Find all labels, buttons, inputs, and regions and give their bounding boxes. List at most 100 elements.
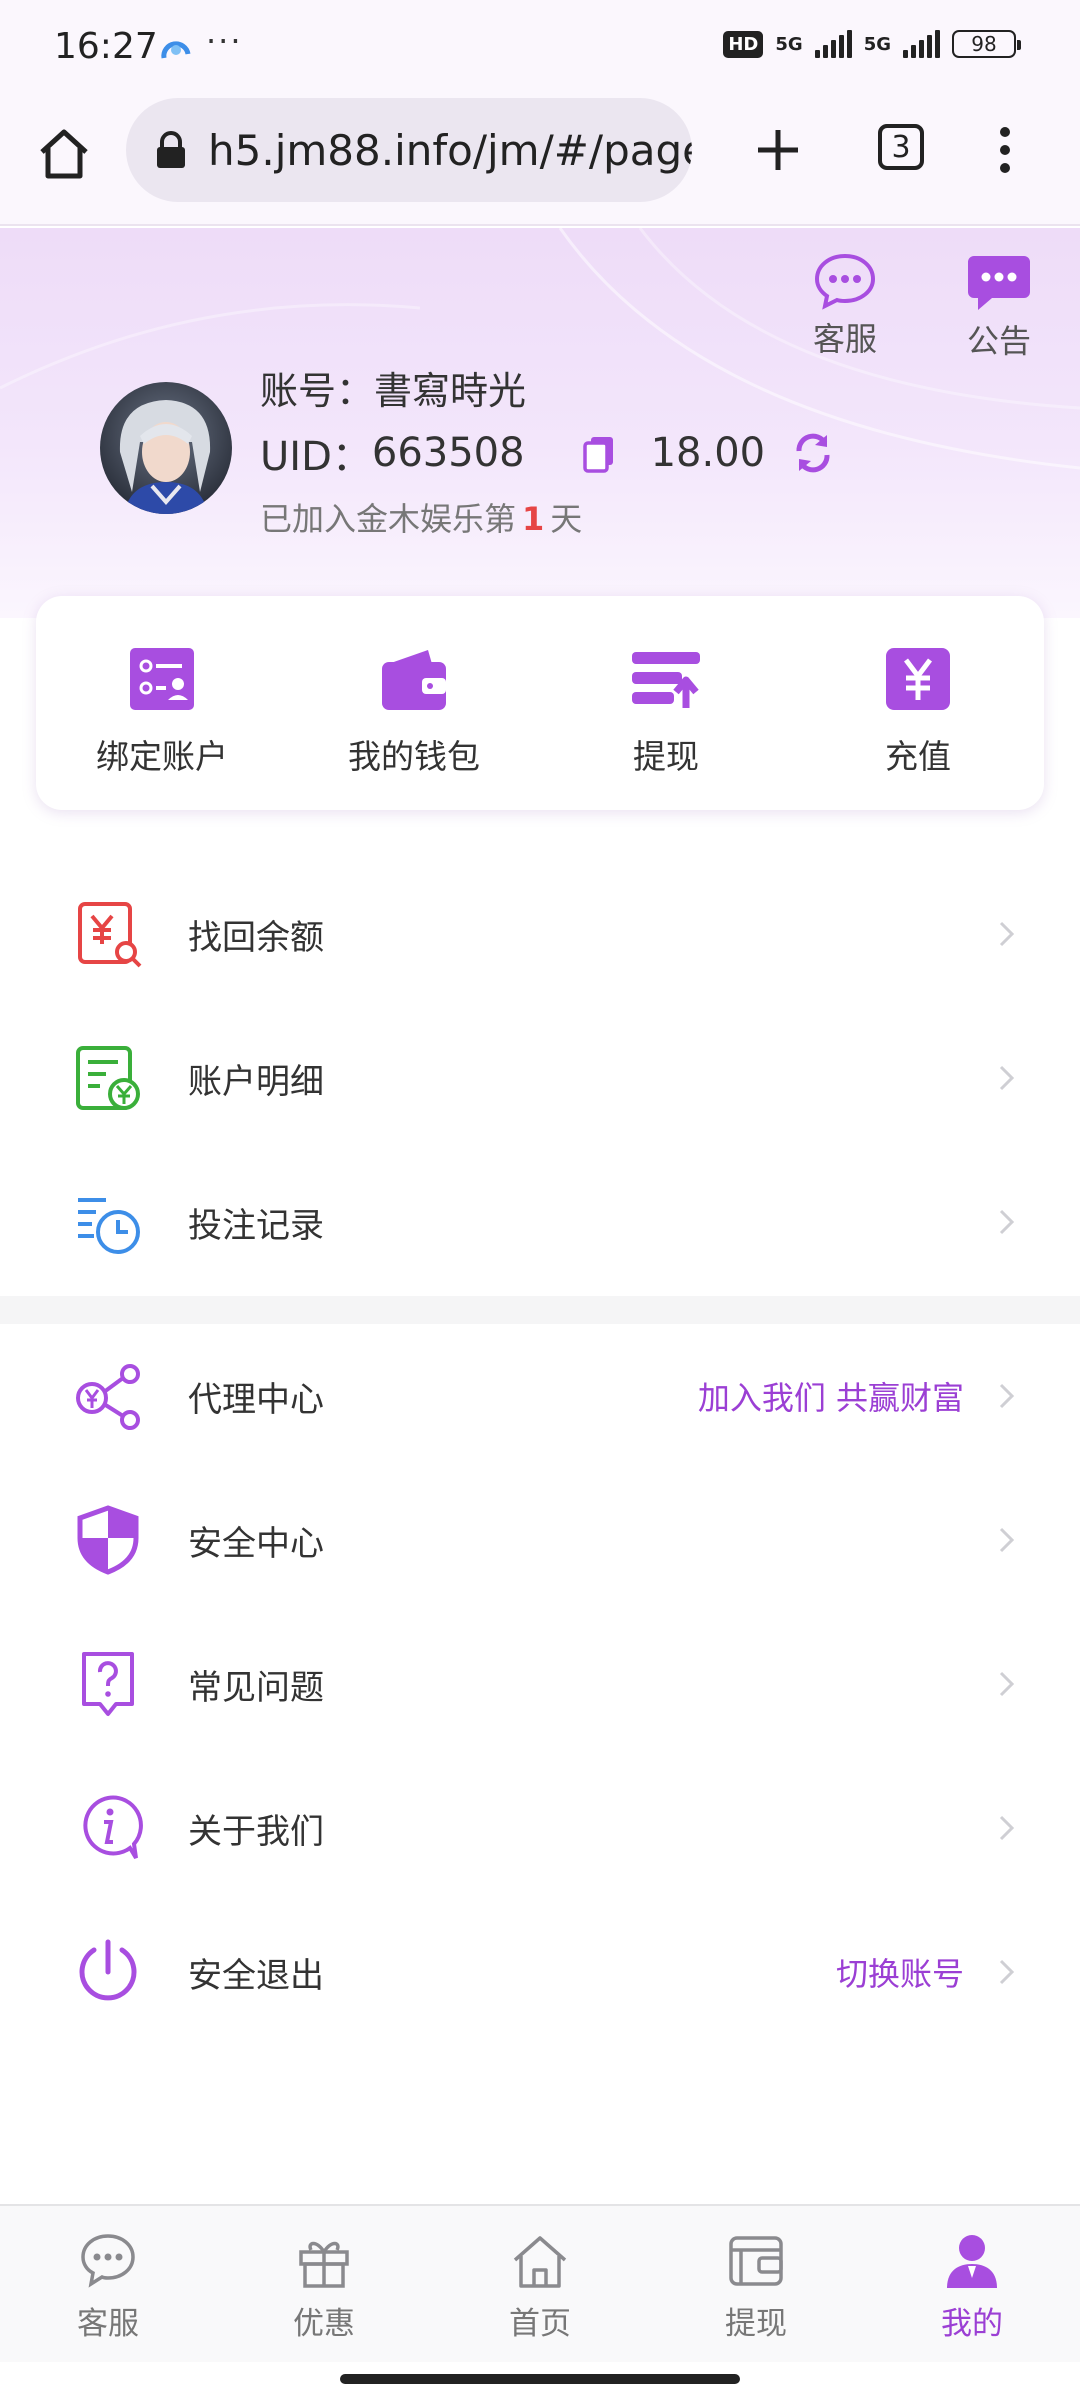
joined-days: 1 [522,500,545,538]
profile-icon [947,2235,997,2288]
switch-account-link[interactable]: 切换账号 [836,1949,964,1995]
menu-item-account-detail[interactable]: 账户明细 [0,1006,1080,1150]
nav-profile[interactable]: 我的 [864,2206,1080,2362]
joined-suffix: 天 [550,500,583,538]
recover-balance-icon [78,902,142,968]
chat-icon [81,2234,135,2288]
url-bar[interactable]: h5.jm88.info/jm/#/page [126,98,692,202]
faq-icon [82,1652,134,1716]
chevron-right-icon [999,1209,1015,1235]
nav-label: 首页 [509,2306,571,2342]
announcement-shortcut[interactable]: 公告 [944,252,1054,362]
quick-label: 提现 [633,737,699,776]
chevron-right-icon [999,1065,1015,1091]
home-indicator[interactable] [340,2374,740,2384]
menu-item-agent-center[interactable]: 代理中心 加入我们 共赢财富 [0,1324,1080,1468]
hd-badge: HD [723,30,764,58]
home-icon [513,2236,567,2288]
withdraw-icon [632,652,700,708]
menu-item-faq[interactable]: 常见问题 [0,1612,1080,1756]
join-us-link[interactable]: 加入我们 共赢财富 [698,1373,964,1419]
uid-line: UID： 663508 18.00 [260,424,835,482]
menu-label: 关于我们 [188,1811,324,1852]
nav-withdraw[interactable]: 提现 [648,2206,864,2362]
lock-icon [157,131,185,168]
avatar[interactable] [100,382,232,514]
top-action-label: 客服 [812,320,877,358]
bind-account-icon [130,648,194,710]
chevron-right-icon [999,1671,1015,1697]
security-shield-icon [77,1505,139,1575]
top-action-label: 公告 [966,322,1031,360]
status-time: 16:27 [54,26,158,67]
menu-label: 找回余额 [188,917,324,958]
joined-prefix: 已加入金木娱乐第 [260,500,517,538]
uid-label: UID： [260,434,372,480]
refresh-icon[interactable] [791,431,835,475]
balance-value: 18.00 [650,430,766,476]
joined-days-line: 已加入金木娱乐第 1 天 [260,494,582,540]
nav-customer-service[interactable]: 客服 [0,2206,216,2362]
gift-icon [299,2241,349,2288]
url-text: h5.jm88.info/jm/#/page [208,125,692,175]
menu-label: 投注记录 [188,1205,324,1246]
battery-icon: 98 [952,30,1021,58]
menu-item-logout[interactable]: 安全退出 切换账号 [0,1900,1080,2044]
menu-label: 账户明细 [188,1061,324,1102]
recharge-icon [886,648,950,710]
menu-item-recover-balance[interactable]: 找回余额 [0,862,1080,1006]
quick-label: 绑定账户 [96,737,228,776]
copy-icon[interactable] [579,433,619,473]
menu-item-bet-record[interactable]: 投注记录 [0,1150,1080,1294]
network-label-1: 5G [775,33,803,55]
wallet-icon [382,650,446,710]
chevron-right-icon [999,1527,1015,1553]
bind-account-button[interactable]: 绑定账户 [36,596,288,810]
customer-service-shortcut[interactable]: 客服 [790,252,900,360]
nav-home[interactable]: 首页 [432,2206,648,2362]
agent-center-icon [76,1364,140,1430]
tabs-count-button[interactable]: 3 [878,124,924,170]
new-tab-icon[interactable] [748,120,808,180]
quick-actions-card: 绑定账户 我的钱包 提现 充值 [36,596,1044,810]
nav-label: 客服 [77,2306,139,2342]
menu-label: 安全中心 [188,1523,324,1564]
status-bar: 16:27 ··· HD 5G 5G 98 [0,0,1080,98]
browser-menu-icon[interactable] [990,120,1020,180]
nav-promotions[interactable]: 优惠 [216,2206,432,2362]
withdraw-wallet-icon [729,2236,783,2286]
power-icon [79,1939,137,2001]
announcement-icon [968,256,1030,310]
chevron-right-icon [999,1815,1015,1841]
menu-label: 安全退出 [188,1955,324,1996]
avatar-image [100,382,232,514]
menu-item-security-center[interactable]: 安全中心 [0,1468,1080,1612]
network-label-2: 5G [863,33,891,55]
about-info-icon [83,1795,143,1860]
my-wallet-button[interactable]: 我的钱包 [288,596,540,810]
account-line: 账号：書寫時光 [260,360,526,415]
recharge-button[interactable]: 充值 [792,596,1044,810]
nav-label: 我的 [941,2306,1003,2342]
signal-icon [814,30,852,58]
quick-label: 我的钱包 [348,737,480,776]
quick-label: 充值 [885,737,951,776]
account-detail-icon [76,1046,140,1110]
status-indicators: HD 5G 5G 98 [723,30,1021,58]
chat-bubble-icon [814,253,876,310]
nav-label: 优惠 [293,2306,355,2342]
chevron-right-icon [999,921,1015,947]
browser-home-icon[interactable] [34,124,94,184]
account-name: 書寫時光 [374,369,527,413]
menu-label: 常见问题 [188,1667,324,1708]
nav-label: 提现 [725,2306,787,2342]
menu-item-about-us[interactable]: 关于我们 [0,1756,1080,1900]
bet-record-icon [78,1198,140,1254]
account-label: 账号： [260,369,375,413]
status-more-dots: ··· [206,22,243,60]
bottom-navigation: 客服 优惠 首页 提现 我的 [0,2204,1080,2362]
chevron-right-icon [999,1383,1015,1409]
withdraw-button[interactable]: 提现 [540,596,792,810]
uid-value: 663508 [371,430,525,476]
signal-icon-2 [903,30,940,58]
